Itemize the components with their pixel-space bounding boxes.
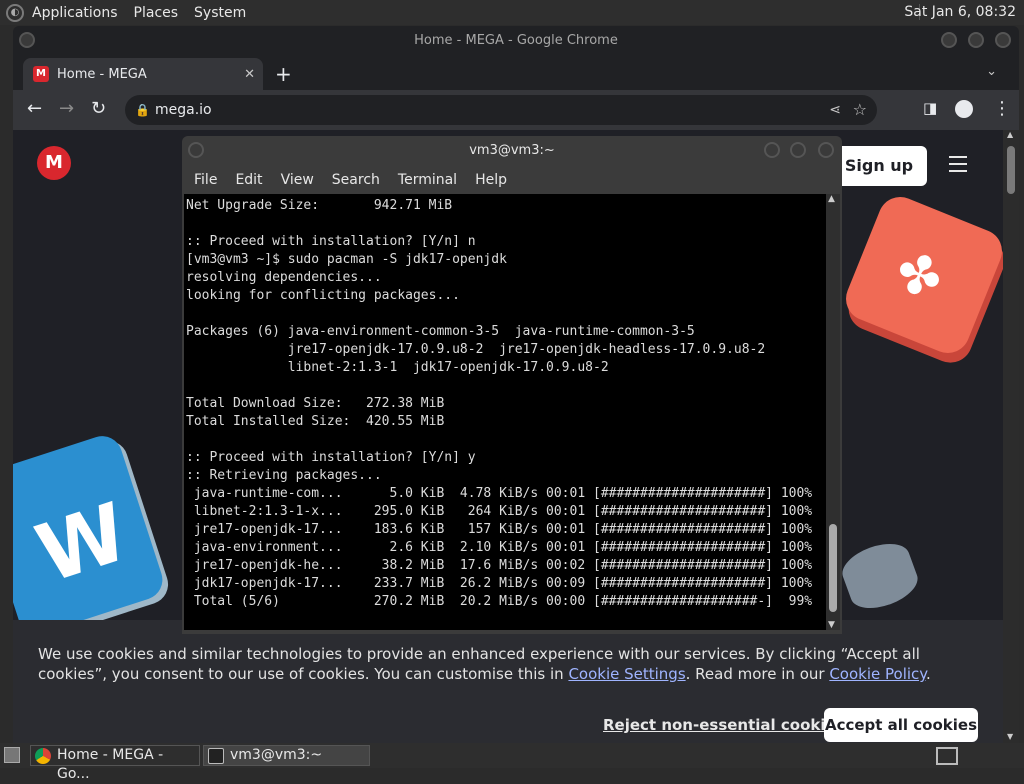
terminal-title: vm3@vm3:~ (469, 143, 555, 158)
terminal-line: java-runtime-com... 5.0 KiB 4.78 KiB/s 0… (186, 486, 813, 501)
taskbar-chrome-label: Home - MEGA - Go... (57, 747, 164, 782)
reload-icon[interactable]: ↻ (91, 98, 106, 119)
terminal-line: :: Retrieving packages... (186, 468, 382, 483)
reject-cookies-button[interactable]: Reject non-essential cookies (603, 716, 845, 734)
side-panel-icon[interactable]: ◨ (923, 99, 937, 117)
tab-home-mega[interactable]: M Home - MEGA ✕ (23, 58, 263, 90)
terminal-line: jre17-openjdk-17.0.9.u8-2 jre17-openjdk-… (186, 342, 766, 357)
terminal-line: resolving dependencies... (186, 270, 382, 285)
scroll-down-icon[interactable]: ▼ (828, 620, 835, 630)
accept-cookies-button[interactable]: Accept all cookies (824, 708, 978, 742)
terminal-line: Packages (6) java-environment-common-3-5… (186, 324, 695, 339)
terminal-menu-file[interactable]: File (194, 172, 217, 188)
terminal-line: [vm3@vm3 ~]$ sudo pacman -S jdk17-openjd… (186, 252, 507, 267)
terminal-maximize-button[interactable] (790, 142, 806, 158)
back-icon[interactable]: ← (27, 98, 42, 119)
close-button[interactable] (995, 32, 1011, 48)
cookie-text: We use cookies and similar technologies … (38, 645, 931, 683)
sign-up-button[interactable]: Sign up (831, 146, 927, 186)
show-desktop-icon[interactable] (4, 747, 20, 763)
terminal-line: java-environment... 2.6 KiB 2.10 KiB/s 0… (186, 540, 813, 555)
terminal-scrollbar-thumb[interactable] (829, 524, 837, 612)
terminal-menu-edit[interactable]: Edit (235, 172, 262, 188)
browser-toolbar: ← → ↻ 🔒 mega.io ⋖ ☆ ◨ ⋮ (13, 90, 1019, 130)
profile-avatar-icon[interactable] (955, 100, 973, 118)
close-tab-icon[interactable]: ✕ (244, 67, 255, 82)
hamburger-menu-icon[interactable] (949, 156, 967, 177)
scroll-up-icon[interactable]: ▲ (828, 194, 835, 204)
terminal-menu-search[interactable]: Search (332, 172, 380, 188)
terminal-menubar: File Edit View Search Terminal Help (182, 166, 842, 194)
tab-title: Home - MEGA (57, 66, 147, 82)
clock[interactable]: Sat Jan 6, 08:32 (904, 4, 1016, 20)
mega-favicon-icon: M (33, 66, 49, 82)
cookie-policy-link[interactable]: Cookie Policy (829, 665, 926, 683)
forward-icon[interactable]: → (59, 98, 74, 119)
terminal-menu-help[interactable]: Help (475, 172, 507, 188)
chrome-window-title: Home - MEGA - Google Chrome (414, 33, 618, 48)
terminal-close-button[interactable] (818, 142, 834, 158)
share-icon[interactable]: ⋖ (829, 95, 841, 125)
new-tab-icon[interactable]: + (275, 62, 292, 86)
terminal-line: jre17-openjdk-17... 183.6 KiB 157 KiB/s … (186, 522, 813, 537)
terminal-line: :: Proceed with installation? [Y/n] n (186, 234, 476, 249)
terminal-icon (208, 748, 224, 764)
menu-system[interactable]: System (190, 5, 250, 21)
terminal-line: Net Upgrade Size: 942.71 MiB (186, 198, 453, 213)
terminal-line: libnet-2:1.3-1 jdk17-openjdk-17.0.9.u8-2 (186, 360, 609, 375)
bottom-panel: Home - MEGA - Go... vm3@vm3:~ (0, 743, 1024, 782)
menu-applications[interactable]: Applications (28, 5, 122, 21)
taskbar-terminal-label: vm3@vm3:~ (230, 747, 323, 763)
terminal-output[interactable]: Net Upgrade Size: 942.71 MiB :: Proceed … (184, 194, 826, 630)
terminal-line: libnet-2:1.3-1-x... 295.0 KiB 264 KiB/s … (186, 504, 813, 519)
maximize-button[interactable] (968, 32, 984, 48)
taskbar-chrome[interactable]: Home - MEGA - Go... (30, 745, 200, 782)
top-panel: ◐ Applications Places System Sat Jan 6, … (0, 0, 1024, 25)
mega-logo[interactable]: M (37, 146, 71, 180)
terminal-line: jdk17-openjdk-17... 233.7 MiB 26.2 MiB/s… (186, 576, 813, 591)
terminal-line: :: Proceed with installation? [Y/n] y (186, 450, 476, 465)
workspace-switcher[interactable] (936, 747, 958, 765)
distro-logo-icon[interactable]: ◐ (6, 3, 24, 22)
address-bar[interactable]: 🔒 mega.io ⋖ ☆ (125, 95, 877, 125)
url-text[interactable]: mega.io (155, 95, 212, 125)
cookie-settings-link[interactable]: Cookie Settings (568, 665, 685, 683)
terminal-window: vm3@vm3:~ File Edit View Search Terminal… (182, 136, 842, 634)
cookie-banner: We use cookies and similar technologies … (13, 620, 1003, 743)
storage-illustration (836, 535, 924, 617)
chrome-icon (35, 748, 51, 764)
terminal-line: Total Download Size: 272.38 MiB (186, 396, 445, 411)
terminal-minimize-button[interactable] (764, 142, 780, 158)
page-scrollbar-thumb[interactable] (1007, 146, 1015, 194)
terminal-line: looking for conflicting packages... (186, 288, 460, 303)
word-file-illustration: W (13, 430, 168, 640)
terminal-line: jre17-openjdk-he... 38.2 MiB 17.6 MiB/s … (186, 558, 813, 573)
tab-search-chevron-icon[interactable]: ⌄ (986, 64, 997, 79)
page-scrollbar[interactable]: ▲ ▼ (1003, 130, 1019, 743)
terminal-line: Total Installed Size: 420.55 MiB (186, 414, 445, 429)
menu-places[interactable]: Places (130, 5, 183, 21)
pdf-file-illustration: ✤ (839, 190, 1009, 360)
bookmark-star-icon[interactable]: ☆ (853, 95, 867, 125)
terminal-menu-view[interactable]: View (281, 172, 314, 188)
taskbar-terminal[interactable]: vm3@vm3:~ (203, 745, 370, 766)
terminal-line: Total (5/6) 270.2 MiB 20.2 MiB/s 00:00 [… (186, 594, 813, 609)
terminal-scrollbar[interactable]: ▲ ▼ (826, 194, 840, 630)
lock-icon[interactable]: 🔒 (135, 95, 150, 125)
minimize-button[interactable] (941, 32, 957, 48)
chrome-menu-icon[interactable]: ⋮ (993, 98, 1011, 119)
tab-strip: M Home - MEGA ✕ + ⌄ (13, 56, 1019, 90)
terminal-menu-terminal[interactable]: Terminal (398, 172, 457, 188)
